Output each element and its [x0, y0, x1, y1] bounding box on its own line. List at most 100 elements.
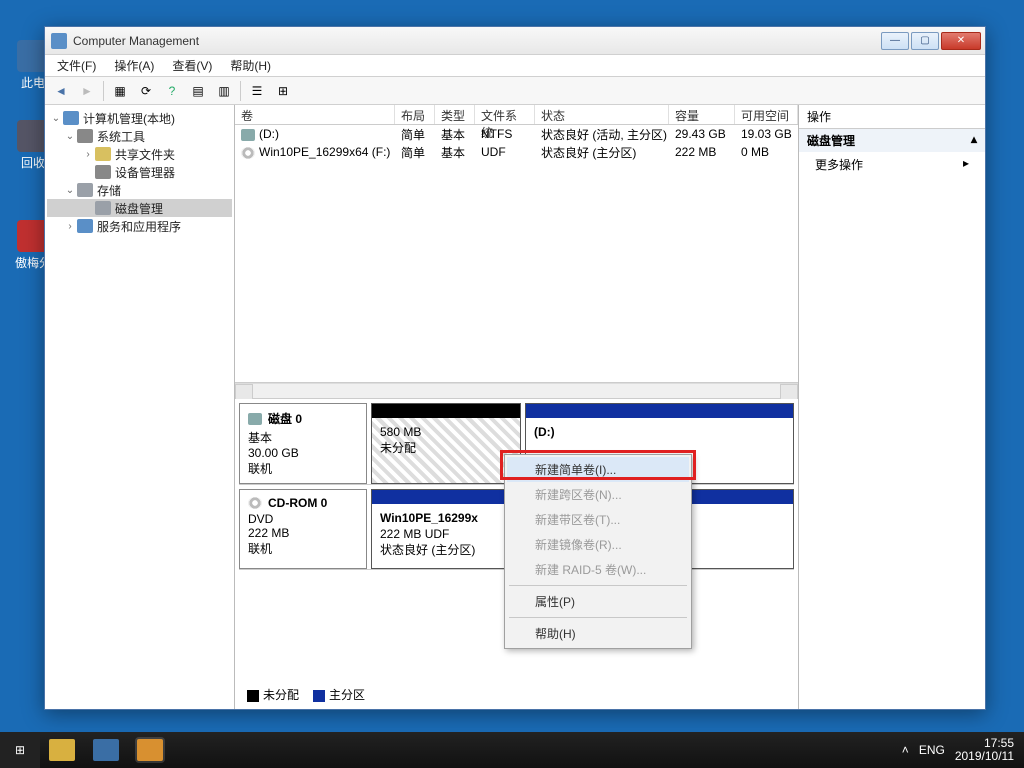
- computer-icon: [63, 111, 79, 125]
- cell: 基本: [435, 144, 475, 161]
- forward-icon: ►: [81, 84, 93, 98]
- tree-disk-management[interactable]: 磁盘管理: [47, 199, 232, 217]
- menu-help[interactable]: 帮助(H): [507, 621, 689, 646]
- toolbar-btn[interactable]: ▦: [108, 80, 132, 102]
- taskbar-item-explorer[interactable]: [40, 732, 84, 768]
- caret-right-icon: ▸: [963, 156, 969, 173]
- taskbar-item-compmgmt[interactable]: [128, 732, 172, 768]
- cd-icon: [248, 497, 262, 509]
- disk-info[interactable]: CD-ROM 0 DVD 222 MB 联机: [239, 489, 367, 569]
- partition-stripe: [372, 404, 520, 418]
- maximize-button[interactable]: ▢: [911, 32, 939, 50]
- menu-new-raid5-volume[interactable]: 新建 RAID-5 卷(W)...: [507, 557, 689, 582]
- disk-size: 222 MB: [248, 526, 358, 540]
- hdd-icon: [241, 129, 255, 141]
- legend-label: 主分区: [329, 688, 365, 702]
- menu-new-spanned-volume[interactable]: 新建跨区卷(N)...: [507, 482, 689, 507]
- cell: 状态良好 (活动, 主分区): [535, 126, 669, 143]
- menu-action[interactable]: 操作(A): [106, 55, 162, 76]
- actions-more[interactable]: 更多操作 ▸: [799, 152, 985, 177]
- tree-system-tools[interactable]: ⌄系统工具: [47, 127, 232, 145]
- system-tray: ˄ ENG 17:55 2019/10/11: [892, 737, 1024, 763]
- volume-row[interactable]: (D:) 简单 基本 NTFS 状态良好 (活动, 主分区) 29.43 GB …: [235, 125, 798, 143]
- volume-name: (D:): [259, 127, 279, 141]
- toolbar-btn[interactable]: ⟳: [134, 80, 158, 102]
- menu-help[interactable]: 帮助(H): [222, 55, 279, 76]
- menu-properties[interactable]: 属性(P): [507, 589, 689, 614]
- col-type[interactable]: 类型: [435, 105, 475, 124]
- cell: NTFS: [475, 127, 535, 141]
- tree-device-manager[interactable]: 设备管理器: [47, 163, 232, 181]
- col-filesystem[interactable]: 文件系统: [475, 105, 535, 124]
- clock-date: 2019/10/11: [955, 750, 1014, 763]
- menu-new-striped-volume[interactable]: 新建带区卷(T)...: [507, 507, 689, 532]
- expand-icon: ›: [65, 221, 75, 232]
- partition-unallocated[interactable]: 580 MB 未分配: [371, 403, 521, 484]
- device-icon: [95, 165, 111, 179]
- disk-type: 基本: [248, 429, 358, 446]
- expand-icon: ⌄: [51, 113, 61, 124]
- caret-up-icon: ▴: [971, 132, 977, 149]
- toolbar-forward-button[interactable]: ►: [75, 80, 99, 102]
- cell: 0 MB: [735, 145, 798, 159]
- menu-view[interactable]: 查看(V): [164, 55, 220, 76]
- cell: 基本: [435, 126, 475, 143]
- col-layout[interactable]: 布局: [395, 105, 435, 124]
- tray-language[interactable]: ENG: [919, 743, 945, 757]
- menubar: 文件(F) 操作(A) 查看(V) 帮助(H): [45, 55, 985, 77]
- volume-row[interactable]: Win10PE_16299x64 (F:) 简单 基本 UDF 状态良好 (主分…: [235, 143, 798, 161]
- legend-swatch-primary: [313, 690, 325, 702]
- cell: 222 MB: [669, 145, 735, 159]
- col-freespace[interactable]: 可用空间: [735, 105, 798, 124]
- expand-icon: ⌄: [65, 185, 75, 196]
- app-icon: [51, 33, 67, 49]
- disk-state: 联机: [248, 540, 358, 557]
- actions-header: 操作: [799, 105, 985, 129]
- disk-state: 联机: [248, 460, 358, 477]
- toolbar-back-button[interactable]: ◄: [49, 80, 73, 102]
- tree-label: 服务和应用程序: [97, 218, 181, 235]
- taskbar[interactable]: ⊞ ˄ ENG 17:55 2019/10/11: [0, 732, 1024, 768]
- tools-icon: [77, 129, 93, 143]
- tree-shared-folders[interactable]: ›共享文件夹: [47, 145, 232, 163]
- actions-item-label: 更多操作: [815, 156, 863, 173]
- nav-tree-pane: ⌄计算机管理(本地) ⌄系统工具 ›共享文件夹 设备管理器 ⌄存储 磁盘管理 ›…: [45, 105, 235, 709]
- menu-new-mirrored-volume[interactable]: 新建镜像卷(R)...: [507, 532, 689, 557]
- horizontal-scrollbar[interactable]: [235, 383, 798, 399]
- start-button[interactable]: ⊞: [0, 732, 40, 768]
- col-capacity[interactable]: 容量: [669, 105, 735, 124]
- partition-state: 未分配: [380, 440, 512, 456]
- col-status[interactable]: 状态: [535, 105, 669, 124]
- taskbar-item-app[interactable]: [84, 732, 128, 768]
- tree-root[interactable]: ⌄计算机管理(本地): [47, 109, 232, 127]
- minimize-button[interactable]: —: [881, 32, 909, 50]
- volume-list[interactable]: (D:) 简单 基本 NTFS 状态良好 (活动, 主分区) 29.43 GB …: [235, 125, 798, 383]
- menu-new-simple-volume[interactable]: 新建简单卷(I)...: [507, 457, 689, 482]
- legend-label: 未分配: [263, 688, 299, 702]
- cd-icon: [241, 147, 255, 159]
- toolbar-separator: [240, 81, 241, 101]
- titlebar[interactable]: Computer Management — ▢ ✕: [45, 27, 985, 55]
- col-volume[interactable]: 卷: [235, 105, 395, 124]
- menu-file[interactable]: 文件(F): [49, 55, 104, 76]
- grid-icon: ⊞: [278, 84, 288, 98]
- toolbar-btn[interactable]: ▥: [212, 80, 236, 102]
- services-icon: [77, 219, 93, 233]
- help-icon: ?: [169, 84, 176, 98]
- tray-overflow-icon[interactable]: ˄: [902, 743, 909, 757]
- tree-storage[interactable]: ⌄存储: [47, 181, 232, 199]
- tree-services-apps[interactable]: › 服务和应用程序: [47, 217, 232, 235]
- toolbar: ◄ ► ▦ ⟳ ? ▤ ▥ ☰ ⊞: [45, 77, 985, 105]
- toolbar-btn[interactable]: ⊞: [271, 80, 295, 102]
- disk-title: 磁盘 0: [268, 410, 302, 427]
- sheet-icon: ▦: [114, 84, 125, 98]
- tray-clock[interactable]: 17:55 2019/10/11: [955, 737, 1014, 763]
- cell: 29.43 GB: [669, 127, 735, 141]
- toolbar-btn[interactable]: ☰: [245, 80, 269, 102]
- disk-info[interactable]: 磁盘 0 基本 30.00 GB 联机: [239, 403, 367, 484]
- toolbar-btn[interactable]: ▤: [186, 80, 210, 102]
- close-button[interactable]: ✕: [941, 32, 981, 50]
- actions-section[interactable]: 磁盘管理▴: [799, 129, 985, 152]
- context-menu: 新建简单卷(I)... 新建跨区卷(N)... 新建带区卷(T)... 新建镜像…: [504, 454, 692, 649]
- toolbar-btn[interactable]: ?: [160, 80, 184, 102]
